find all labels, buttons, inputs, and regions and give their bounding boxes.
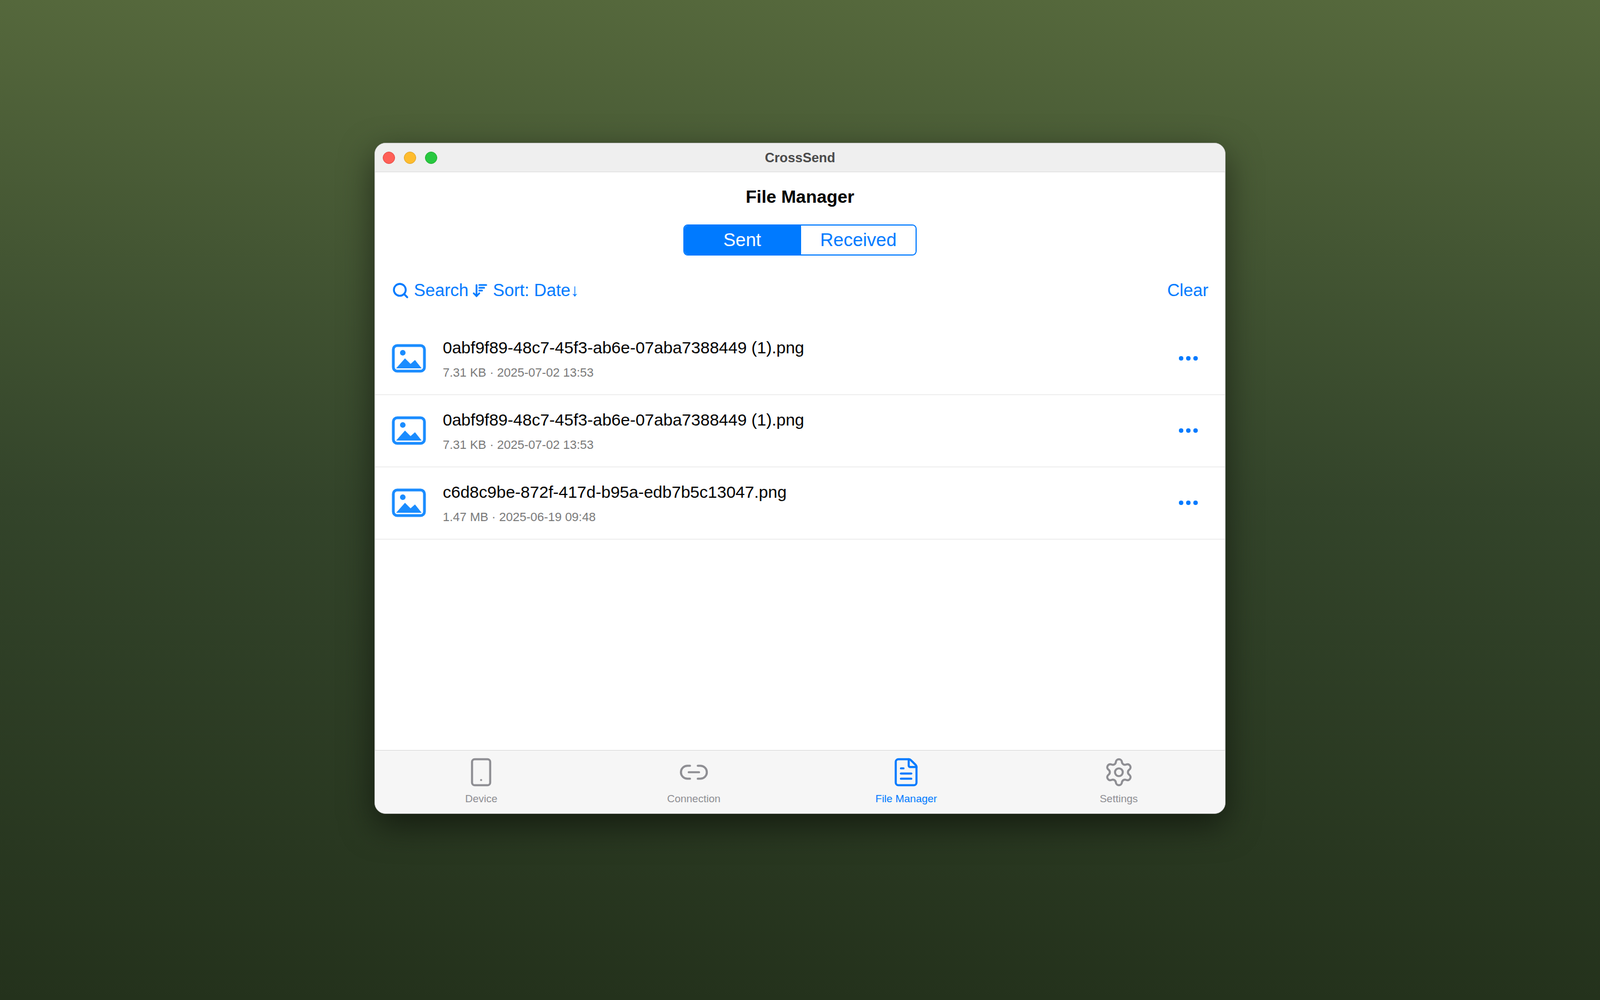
more-button[interactable]	[1173, 423, 1203, 438]
more-button[interactable]	[1173, 495, 1203, 510]
zoom-button[interactable]	[425, 151, 438, 164]
tab-item[interactable]: File Manager	[800, 750, 1013, 814]
link-icon	[678, 756, 710, 788]
segment[interactable]: Received	[800, 225, 916, 255]
phone-icon	[465, 756, 497, 788]
content: File ManagerSentReceivedSearchSort: Date…	[375, 172, 1225, 750]
image-icon	[391, 343, 427, 373]
image-icon	[391, 488, 427, 518]
document-icon	[890, 756, 922, 788]
image-icon	[391, 416, 427, 445]
minimize-button[interactable]	[403, 151, 417, 164]
sort-icon	[471, 282, 489, 299]
file-list: 0abf9f89-48c7-45f3-ab6e-07aba7388449 (1)…	[375, 322, 1225, 540]
window-title: CrossSend	[765, 147, 836, 168]
desktop: CrossSendFile ManagerSentReceivedSearchS…	[0, 0, 1600, 1000]
toolbar: SearchSort: Date↓ Clear	[375, 255, 1225, 323]
tab-item[interactable]: Connection	[587, 750, 801, 814]
file-details: 1.47 MB · 2025-06-19 09:48	[442, 507, 1158, 527]
gear-icon	[1103, 756, 1135, 788]
app-window: CrossSendFile ManagerSentReceivedSearchS…	[374, 142, 1226, 814]
close-button[interactable]	[382, 151, 395, 164]
file-details: 7.31 KB · 2025-07-02 13:53	[442, 435, 1158, 454]
page-title: File Manager	[745, 183, 855, 210]
more-icon	[1178, 500, 1199, 506]
file-details: 7.31 KB · 2025-07-02 13:53	[442, 363, 1158, 382]
search-icon	[391, 281, 410, 300]
segmented-control: SentReceived	[683, 224, 917, 256]
file-name: 0abf9f89-48c7-45f3-ab6e-07aba7388449 (1)…	[442, 335, 1158, 360]
tab-item[interactable]: Settings	[1012, 750, 1226, 814]
segment[interactable]: Sent	[684, 225, 800, 255]
clear-button[interactable]: Clear	[1167, 277, 1209, 304]
more-icon	[1178, 427, 1199, 434]
file-name: c6d8c9be-872f-417d-b95a-edb7b5c13047.png	[442, 479, 1158, 505]
sort-button[interactable]: Sort: Date↓	[471, 277, 579, 304]
file-row[interactable]: c6d8c9be-872f-417d-b95a-edb7b5c13047.png…	[375, 467, 1225, 540]
more-button[interactable]	[1173, 351, 1203, 366]
tab-bar: DeviceConnectionFile ManagerSettings	[375, 750, 1225, 814]
file-row[interactable]: 0abf9f89-48c7-45f3-ab6e-07aba7388449 (1)…	[375, 395, 1225, 468]
file-name: 0abf9f89-48c7-45f3-ab6e-07aba7388449 (1)…	[442, 407, 1158, 433]
title-bar: CrossSend	[375, 143, 1225, 173]
more-icon	[1178, 355, 1199, 362]
tab-item[interactable]: Device	[375, 750, 588, 814]
file-row[interactable]: 0abf9f89-48c7-45f3-ab6e-07aba7388449 (1)…	[375, 322, 1225, 395]
search-button[interactable]: Search	[391, 277, 469, 304]
